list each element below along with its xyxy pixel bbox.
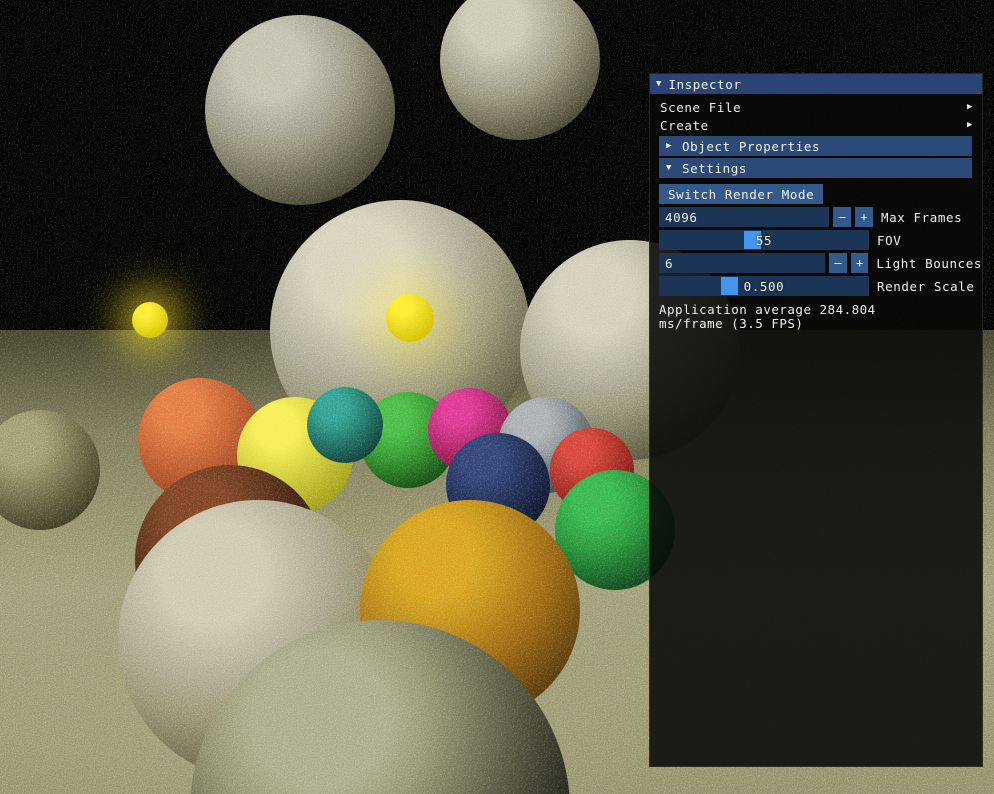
menu-item-scene-file-label: Scene File [660, 99, 742, 115]
fov-slider-value: 55 [755, 232, 773, 248]
light-bounces-input[interactable]: 6 [659, 253, 826, 273]
performance-stats-line1: Application average 284.804 [659, 302, 876, 317]
triangle-right-icon: ▶ [666, 140, 673, 151]
fov-row: 55 FOV [659, 230, 982, 250]
light-bounces-decrement-button[interactable]: – [829, 253, 847, 273]
inspector-title-bar[interactable]: ▼ Inspector [650, 74, 982, 94]
triangle-down-icon: ▼ [666, 162, 673, 173]
render-scale-slider[interactable]: 0.500 [659, 276, 869, 296]
sphere-gray-top [440, 0, 600, 140]
performance-stats: Application average 284.804 ms/frame (3.… [659, 303, 909, 331]
inspector-body: Scene File ▶ Create ▶ ▶ Object Propertie… [650, 94, 982, 331]
light-bounces-label: Light Bounces [876, 255, 982, 271]
max-frames-increment-button[interactable]: + [855, 207, 873, 227]
max-frames-decrement-button[interactable]: – [833, 207, 851, 227]
sphere-yellow-emissive-a [386, 294, 434, 342]
triangle-right-icon: ▶ [966, 101, 973, 112]
sphere-olive-left-edge [0, 410, 100, 530]
render-scale-row: 0.500 Render Scale [659, 276, 982, 296]
menu-item-create-label: Create [660, 117, 709, 133]
settings-widgets: Switch Render Mode 4096 – + Max Frames 5… [650, 178, 982, 331]
section-header-settings[interactable]: ▼ Settings [659, 158, 972, 178]
render-scale-label: Render Scale [877, 278, 975, 294]
sphere-teal-sphere [307, 387, 383, 463]
inspector-title: Inspector [668, 76, 742, 92]
triangle-right-icon: ▶ [966, 119, 973, 130]
render-scale-slider-value: 0.500 [743, 278, 785, 294]
switch-render-mode-button[interactable]: Switch Render Mode [659, 184, 824, 204]
triangle-down-icon[interactable]: ▼ [656, 79, 661, 89]
menu-item-scene-file[interactable]: Scene File ▶ [650, 98, 982, 116]
max-frames-row: 4096 – + Max Frames [659, 207, 982, 227]
section-header-object-properties-label: Object Properties [682, 138, 821, 154]
menu-item-create[interactable]: Create ▶ [650, 116, 982, 134]
light-bounces-row: 6 – + Light Bounces [659, 253, 982, 273]
max-frames-label: Max Frames [881, 209, 963, 225]
app-window: ▼ Inspector Scene File ▶ Create ▶ ▶ Obje… [0, 0, 994, 794]
max-frames-input[interactable]: 4096 [659, 207, 829, 227]
sphere-yellow-emissive-b [132, 302, 168, 338]
inspector-panel[interactable]: ▼ Inspector Scene File ▶ Create ▶ ▶ Obje… [649, 73, 983, 767]
fov-label: FOV [877, 232, 902, 248]
section-header-object-properties[interactable]: ▶ Object Properties [659, 136, 972, 156]
performance-stats-line2: ms/frame (3.5 FPS) [659, 316, 804, 331]
light-bounces-increment-button[interactable]: + [850, 253, 869, 273]
fov-slider[interactable]: 55 [659, 230, 869, 250]
sphere-gray-upper-left [205, 15, 395, 205]
section-header-settings-label: Settings [682, 160, 748, 176]
